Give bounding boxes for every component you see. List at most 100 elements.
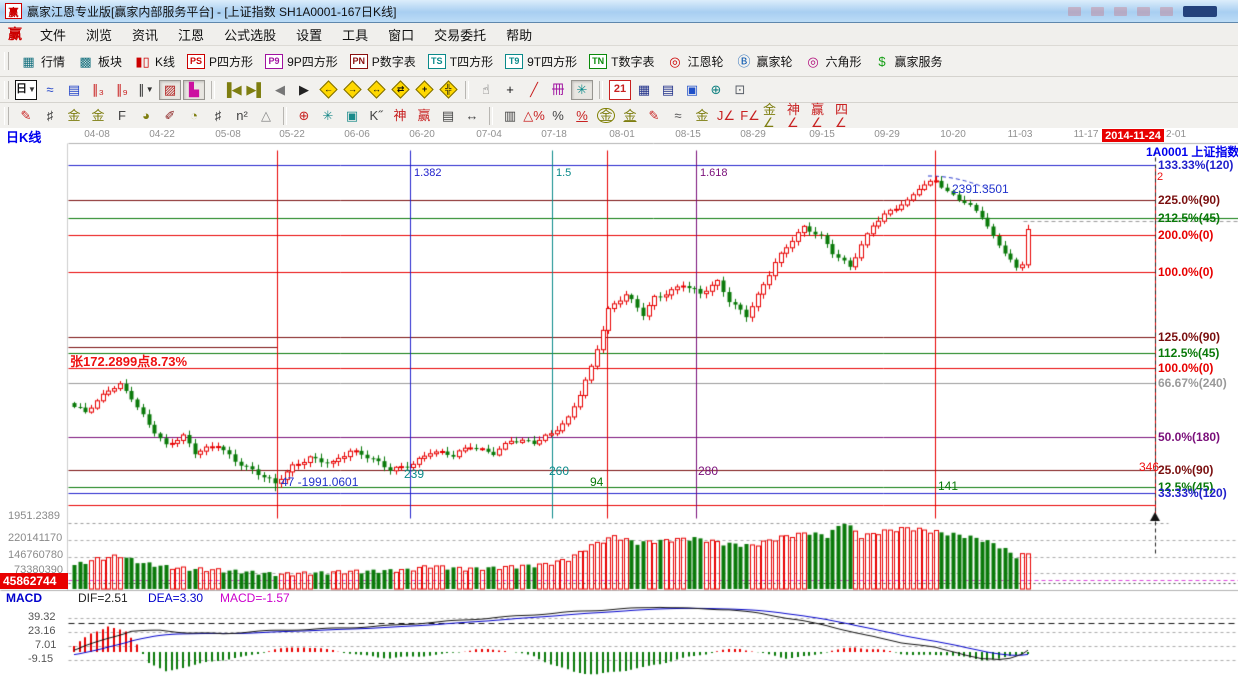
- time-circle-icon[interactable]: ◔: [183, 106, 205, 126]
- x-axis-date: 08-15: [672, 130, 704, 140]
- notes-icon[interactable]: ▤: [657, 80, 679, 100]
- menu-item-8[interactable]: 交易委托: [424, 23, 496, 46]
- winner-service-button[interactable]: $赢家服务: [868, 51, 949, 72]
- zoom-horizontal-icon[interactable]: ↔: [365, 80, 387, 100]
- shift-left-icon[interactable]: ←: [317, 80, 339, 100]
- menu-item-5[interactable]: 设置: [286, 23, 332, 46]
- gold-grid-icon[interactable]: 金: [63, 106, 85, 126]
- toolbar-grip[interactable]: [4, 52, 9, 70]
- square-target-icon[interactable]: ▣: [341, 106, 363, 126]
- t-square-button[interactable]: TST四方形: [422, 51, 499, 72]
- j-angle-icon[interactable]: J∠: [715, 106, 737, 126]
- crosshair-icon[interactable]: +: [499, 80, 521, 100]
- titlebar-button-strip[interactable]: [1183, 6, 1217, 17]
- compress-icon[interactable]: ⇄: [389, 80, 411, 100]
- workstation-icon[interactable]: ⊡: [729, 80, 751, 100]
- p-square-button[interactable]: PSP四方形: [181, 51, 259, 72]
- candle-style-dropdown[interactable]: ∥▼: [135, 80, 157, 100]
- first-bar-icon[interactable]: ▐◀: [221, 80, 243, 100]
- shen-angle-icon[interactable]: 神∠: [787, 106, 809, 126]
- zoom-in-icon[interactable]: +: [413, 80, 435, 100]
- last-bar-icon[interactable]: ▶▌: [245, 80, 267, 100]
- chart-region[interactable]: 日K线1A0001 上证指数04-0804-2205-0805-2206-060…: [0, 128, 1238, 678]
- gold-level-icon[interactable]: 金: [619, 106, 641, 126]
- web-target-icon[interactable]: ✳: [317, 106, 339, 126]
- circle-cross-icon[interactable]: ⊕: [293, 106, 315, 126]
- auto-pattern-icon[interactable]: ✳: [571, 80, 593, 100]
- p-table-button[interactable]: PNP数字表: [344, 51, 422, 72]
- kline-button-label: K线: [155, 53, 175, 70]
- calculator-icon[interactable]: ▦: [633, 80, 655, 100]
- trendline-tool-icon[interactable]: ╱: [523, 80, 545, 100]
- gann-wheel-button[interactable]: ◎江恩轮: [660, 51, 729, 72]
- info-panel-icon[interactable]: ▤: [63, 80, 85, 100]
- menu-item-9[interactable]: 帮助: [496, 23, 542, 46]
- k-marks-icon[interactable]: K˝: [365, 106, 387, 126]
- shift-right-icon[interactable]: →: [341, 80, 363, 100]
- volume-profile-icon[interactable]: ▙: [183, 80, 205, 100]
- menu-item-7[interactable]: 窗口: [378, 23, 424, 46]
- menu-item-4[interactable]: 公式选股: [214, 23, 286, 46]
- bars-3-icon[interactable]: ∥₃: [87, 80, 109, 100]
- menu-item-2[interactable]: 资讯: [122, 23, 168, 46]
- winner-wheel-button[interactable]: Ⓑ赢家轮: [729, 51, 798, 72]
- angle-prism-icon[interactable]: △: [255, 106, 277, 126]
- compass-draw-icon[interactable]: ✐: [159, 106, 181, 126]
- n-square-icon[interactable]: n²: [231, 106, 253, 126]
- workstation-icon-glyph: ⊡: [735, 83, 746, 96]
- network-icon[interactable]: ⊕: [705, 80, 727, 100]
- draw-pen-icon[interactable]: ✎: [15, 106, 37, 126]
- gold-angle-icon[interactable]: 金∠: [763, 106, 785, 126]
- menu-item-1[interactable]: 浏览: [76, 23, 122, 46]
- ying-grid-icon[interactable]: 赢: [413, 106, 435, 126]
- spiral-icon[interactable]: ◕: [135, 106, 157, 126]
- menu-item-6[interactable]: 工具: [332, 23, 378, 46]
- kline-button[interactable]: ▮▯K线: [128, 51, 181, 72]
- grid-lines-icon[interactable]: ♯: [39, 106, 61, 126]
- toolbar-grip[interactable]: [4, 107, 9, 125]
- si-angle-icon-glyph: 四∠: [835, 103, 857, 129]
- ying-angle-icon[interactable]: 赢∠: [811, 106, 833, 126]
- gann-level-label: 225.0%(90): [1158, 194, 1220, 206]
- sectors-button[interactable]: ▩板块: [71, 51, 128, 72]
- percent-trend-icon[interactable]: △%: [523, 106, 545, 126]
- quotes-button[interactable]: ▦行情: [14, 51, 71, 72]
- f-angle-icon[interactable]: F∠: [739, 106, 761, 126]
- pattern-mode-icon[interactable]: ▨: [159, 80, 181, 100]
- menu-item-3[interactable]: 江恩: [168, 23, 214, 46]
- f-grid-icon[interactable]: F: [111, 106, 133, 126]
- calendar-icon[interactable]: 21: [609, 80, 631, 100]
- hash-grid-icon[interactable]: ♯: [207, 106, 229, 126]
- percent-level-icon[interactable]: %: [571, 106, 593, 126]
- menu-item-0[interactable]: 文件: [30, 23, 76, 46]
- bars-9-icon[interactable]: ∥₉: [111, 80, 133, 100]
- shen-grid-icon[interactable]: 神: [389, 106, 411, 126]
- t9-square-button[interactable]: T99T四方形: [499, 51, 583, 72]
- brush-icon[interactable]: ✎: [643, 106, 665, 126]
- t-table-button[interactable]: TNT数字表: [583, 51, 660, 72]
- gold-line-icon[interactable]: 金: [691, 106, 713, 126]
- gann-level-label: 125.0%(90): [1158, 331, 1220, 343]
- si-angle-icon[interactable]: 四∠: [835, 106, 857, 126]
- p9-square-button[interactable]: P99P四方形: [259, 51, 344, 72]
- save-icon[interactable]: ▣: [681, 80, 703, 100]
- gold-circle-icon[interactable]: 金: [595, 106, 617, 126]
- hexagon-button[interactable]: ◎六角形: [799, 51, 868, 72]
- prev-bar-icon[interactable]: ◀: [269, 80, 291, 100]
- next-bar-icon[interactable]: ▶: [293, 80, 315, 100]
- titlebar-faded-mark: [1137, 7, 1150, 16]
- pan-hand-icon-glyph: ☝: [482, 83, 490, 96]
- percent-icon[interactable]: %: [547, 106, 569, 126]
- stats-panel-icon[interactable]: ▥: [499, 106, 521, 126]
- period-daily-dropdown[interactable]: 日▼: [15, 80, 37, 100]
- gann-grid-tool-icon[interactable]: 冊: [547, 80, 569, 100]
- gold-grid2-icon[interactable]: 金: [87, 106, 109, 126]
- full-view-icon[interactable]: ╬: [437, 80, 459, 100]
- wave-icon[interactable]: ≈: [667, 106, 689, 126]
- toolbar-separator: [211, 81, 215, 99]
- width-arrows-icon[interactable]: ↔: [461, 106, 483, 126]
- ruler-123-icon[interactable]: ▤: [437, 106, 459, 126]
- curve-mode-icon[interactable]: ≈: [39, 80, 61, 100]
- toolbar-grip[interactable]: [4, 81, 9, 99]
- pan-hand-icon[interactable]: ☝: [475, 80, 497, 100]
